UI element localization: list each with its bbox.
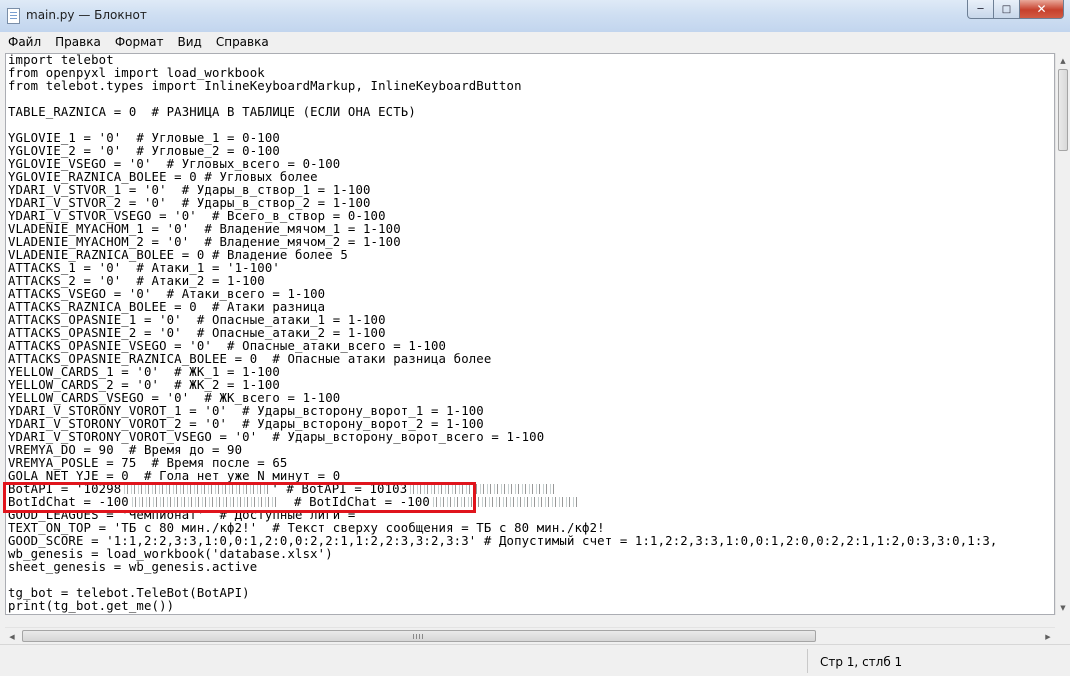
horizontal-scroll-thumb[interactable] — [22, 630, 816, 642]
minimize-button[interactable]: ─ — [967, 0, 994, 19]
grip-icon — [413, 634, 425, 639]
cursor-position: Стр 1, стлб 1 — [820, 655, 903, 669]
text-editor-area[interactable]: import telebot from openpyxl import load_… — [5, 53, 1055, 615]
code-line: from telebot.types import InlineKeyboard… — [8, 79, 522, 93]
arrow-right-icon[interactable]: ▶ — [1041, 629, 1055, 644]
menu-format[interactable]: Формат — [109, 35, 170, 49]
menu-bar: Файл Правка Формат Вид Справка — [0, 32, 1070, 52]
notepad-icon — [7, 8, 20, 24]
code-content: import telebot from openpyxl import load_… — [8, 54, 998, 613]
vertical-scrollbar[interactable]: ▲ ▼ — [1055, 53, 1070, 615]
arrow-left-icon[interactable]: ◀ — [5, 629, 19, 644]
horizontal-scrollbar[interactable]: ◀ ▶ — [5, 627, 1055, 644]
code-line: print(tg_bot.get_me()) — [8, 599, 175, 613]
menu-view[interactable]: Вид — [172, 35, 208, 49]
menu-edit[interactable]: Правка — [49, 35, 107, 49]
status-divider — [807, 649, 808, 673]
window-controls: ─ □ ✕ — [967, 0, 1064, 20]
notepad-window: main.py — Блокнот ─ □ ✕ Файл Правка Форм… — [0, 0, 1070, 676]
status-bar: Стр 1, стлб 1 — [0, 644, 1070, 676]
menu-help[interactable]: Справка — [210, 35, 275, 49]
maximize-button[interactable]: □ — [994, 0, 1020, 19]
code-line: TABLE_RAZNICA = 0 # РАЗНИЦА В ТАБЛИЦЕ (Е… — [8, 105, 416, 119]
arrow-up-icon[interactable]: ▲ — [1056, 53, 1070, 68]
scrollbar-corner — [1055, 627, 1070, 644]
menu-file[interactable]: Файл — [2, 35, 47, 49]
arrow-down-icon[interactable]: ▼ — [1056, 600, 1070, 615]
window-title: main.py — Блокнот — [26, 8, 147, 22]
vertical-scroll-thumb[interactable] — [1058, 69, 1068, 151]
close-button[interactable]: ✕ — [1020, 0, 1064, 19]
title-bar[interactable]: main.py — Блокнот ─ □ ✕ — [0, 0, 1070, 32]
code-line: sheet_genesis = wb_genesis.active — [8, 560, 258, 574]
red-highlight-box — [3, 482, 476, 513]
